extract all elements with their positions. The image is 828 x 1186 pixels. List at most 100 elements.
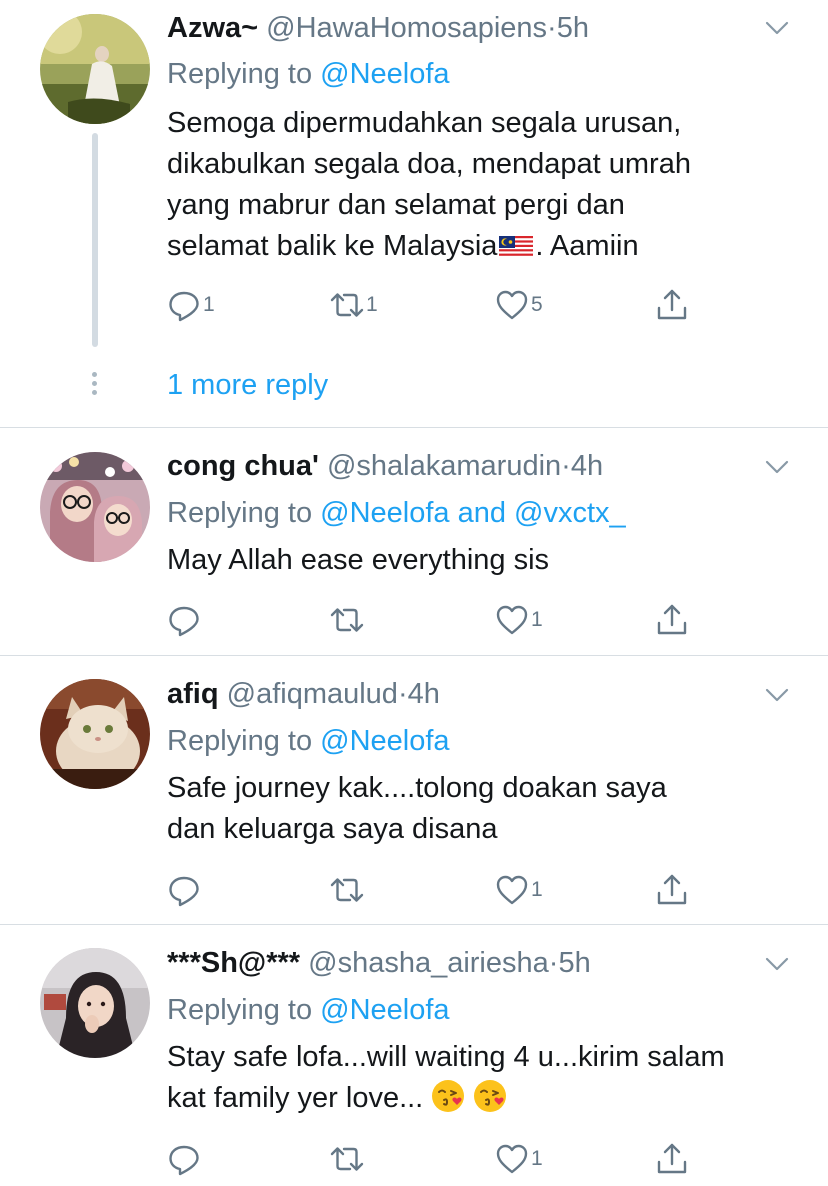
tweet-text-line: yang mabrur dan selamat pergi dan — [167, 189, 625, 221]
tweet-actions: 1 — [167, 1141, 727, 1177]
like-count: 1 — [531, 878, 543, 901]
share-icon — [657, 1143, 687, 1174]
chevron-down-icon[interactable] — [764, 682, 790, 708]
separator-dot: · — [547, 12, 557, 44]
tweet-2[interactable]: cong chua' @shalakamarudin·4h Replying t… — [0, 428, 828, 656]
share-button[interactable] — [655, 872, 689, 908]
replying-to: Replying to @Neelofa — [167, 990, 450, 1030]
tweet-text-line: selamat balik ke Malaysia . Aamiin — [167, 226, 787, 267]
like-button[interactable]: 1 — [495, 1141, 543, 1177]
retweet-button[interactable] — [330, 872, 364, 908]
like-button[interactable]: 5 — [495, 287, 543, 323]
replying-to-label: Replying to — [167, 994, 313, 1026]
tweet-text-segment: . Aamiin — [535, 230, 639, 262]
timestamp[interactable]: 5h — [558, 947, 590, 979]
like-count: 1 — [531, 1147, 543, 1170]
reply-icon — [169, 291, 199, 322]
like-button[interactable]: 1 — [495, 872, 543, 908]
tweet-text-line: kat family yer love... — [167, 1078, 807, 1119]
share-button[interactable] — [655, 287, 689, 323]
reply-button[interactable] — [167, 872, 201, 908]
more-replies-link[interactable]: 1 more reply — [167, 365, 328, 405]
user-handle[interactable]: @afiqmaulud — [227, 678, 398, 710]
heart-icon — [496, 605, 528, 635]
tweet-text-line: Semoga dipermudahkan segala urusan, — [167, 107, 682, 139]
replying-to: Replying to @Neelofa — [167, 721, 450, 761]
like-count: 5 — [531, 293, 543, 316]
user-handle[interactable]: @shasha_airiesha — [308, 947, 549, 979]
mention-link[interactable]: @Neelofa — [320, 994, 449, 1026]
mention-link[interactable]: @Neelofa and @vxctx_ — [320, 497, 626, 529]
tweet-text-segment: selamat balik ke Malaysia — [167, 230, 498, 262]
replying-to-label: Replying to — [167, 58, 313, 90]
thread-line — [92, 133, 98, 347]
timestamp[interactable]: 4h — [408, 678, 440, 710]
avatar[interactable] — [40, 948, 150, 1058]
chevron-down-icon[interactable] — [764, 454, 790, 480]
like-count: 1 — [531, 608, 543, 631]
retweet-button[interactable] — [330, 602, 364, 638]
share-icon — [657, 604, 687, 635]
replying-to: Replying to @Neelofa — [167, 54, 450, 94]
face-blowing-kiss-emoji — [432, 1080, 465, 1112]
chevron-down-icon[interactable] — [764, 951, 790, 977]
retweet-icon — [330, 1147, 364, 1171]
tweet-header: afiq @afiqmaulud·4h — [167, 674, 440, 714]
reply-icon — [169, 876, 199, 907]
reply-button[interactable] — [167, 602, 201, 638]
timestamp[interactable]: 4h — [571, 450, 603, 482]
replying-to: Replying to @Neelofa and @vxctx_ — [167, 493, 626, 533]
share-icon — [657, 289, 687, 320]
reply-button[interactable] — [167, 1141, 201, 1177]
share-button[interactable] — [655, 602, 689, 638]
face-blowing-kiss-emoji — [474, 1080, 507, 1112]
avatar[interactable] — [40, 452, 150, 562]
tweet-text-line: Stay safe lofa...will waiting 4 u...kiri… — [167, 1041, 725, 1073]
display-name[interactable]: ***Sh@*** — [167, 947, 300, 979]
separator-dot: · — [397, 678, 408, 710]
reply-count: 1 — [203, 293, 215, 316]
retweet-icon — [330, 608, 364, 632]
user-handle[interactable]: @HawaHomosapiens — [266, 12, 547, 44]
display-name[interactable]: Azwa~ — [167, 12, 258, 44]
chevron-down-icon[interactable] — [764, 15, 790, 41]
tweet-text-line: May Allah ease everything sis — [167, 544, 550, 576]
timestamp[interactable]: 5h — [557, 12, 589, 44]
mention-link[interactable]: @Neelofa — [320, 725, 449, 757]
like-button[interactable]: 1 — [495, 602, 543, 638]
tweet-text: Semoga dipermudahkan segala urusan, dika… — [167, 103, 787, 267]
mention-link[interactable]: @Neelofa — [320, 58, 449, 90]
heart-icon — [496, 875, 528, 905]
tweet-4[interactable]: ***Sh@*** @shasha_airiesha·5h Replying t… — [0, 925, 828, 1186]
tweet-text-line: dikabulkan segala doa, mendapat umrah — [167, 148, 691, 180]
retweet-icon — [330, 293, 364, 317]
display-name[interactable]: afiq — [167, 678, 219, 710]
separator-dot: · — [561, 450, 571, 482]
replying-to-label: Replying to — [167, 725, 313, 757]
user-handle[interactable]: @shalakamarudin — [327, 450, 561, 482]
retweet-count: 1 — [366, 293, 378, 316]
reply-button[interactable]: 1 — [167, 287, 215, 323]
share-icon — [657, 874, 687, 905]
tweet-text-segment: kat family yer love... — [167, 1082, 424, 1114]
tweet-1[interactable]: Azwa~ @HawaHomosapiens·5h Replying to @N… — [0, 0, 828, 428]
share-button[interactable] — [655, 1141, 689, 1177]
display-name[interactable]: cong chua' — [167, 450, 319, 482]
retweet-button[interactable]: 1 — [330, 287, 378, 323]
more-replies-dots — [91, 372, 99, 399]
avatar[interactable] — [40, 679, 150, 789]
tweet-text: Safe journey kak....tolong doakan saya d… — [167, 768, 787, 850]
retweet-button[interactable] — [330, 1141, 364, 1177]
avatar[interactable] — [40, 14, 150, 124]
retweet-icon — [330, 878, 364, 902]
tweet-header: cong chua' @shalakamarudin·4h — [167, 446, 603, 486]
malaysia-flag-emoji — [499, 236, 534, 258]
tweet-actions: 1 — [167, 872, 727, 908]
tweet-text-line: Safe journey kak....tolong doakan saya — [167, 772, 667, 804]
tweet-actions: 1 — [167, 602, 727, 638]
tweet-text-line: dan keluarga saya disana — [167, 813, 498, 845]
tweet-header: ***Sh@*** @shasha_airiesha·5h — [167, 943, 591, 983]
tweet-3[interactable]: afiq @afiqmaulud·4h Replying to @Neelofa… — [0, 656, 828, 925]
tweet-text: May Allah ease everything sis — [167, 540, 787, 581]
tweet-text: Stay safe lofa...will waiting 4 u...kiri… — [167, 1037, 807, 1119]
